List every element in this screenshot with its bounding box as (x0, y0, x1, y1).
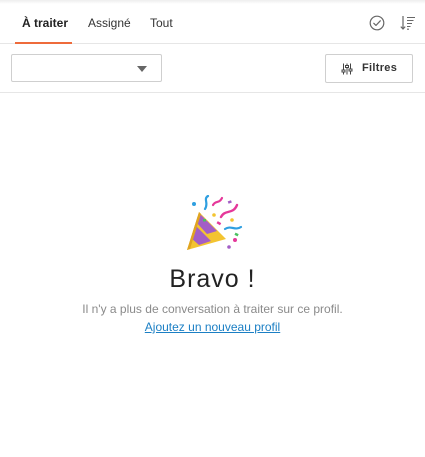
empty-state-title: Bravo ! (169, 265, 256, 293)
tab-tout[interactable]: Tout (150, 16, 173, 30)
empty-state: Bravo ! Il n'y a plus de conversation à … (0, 195, 425, 336)
tab-bar: À traiter Assigné Tout (0, 0, 425, 44)
tab-assigne[interactable]: Assigné (88, 16, 131, 30)
add-profile-link[interactable]: Ajoutez un nouveau profil (145, 320, 280, 334)
check-circle-icon[interactable] (368, 14, 386, 32)
profile-select[interactable] (11, 54, 162, 82)
filters-label: Filtres (362, 62, 398, 74)
caret-down-icon (137, 66, 147, 72)
filters-button[interactable]: Filtres (325, 54, 413, 83)
sort-icon[interactable] (399, 14, 417, 32)
party-popper-icon (186, 195, 242, 250)
empty-state-message: Il n'y a plus de conversation à traiter … (82, 302, 343, 316)
tab-a-traiter[interactable]: À traiter (22, 16, 68, 30)
sliders-icon (341, 63, 353, 75)
toolbar: Filtres (0, 44, 425, 93)
